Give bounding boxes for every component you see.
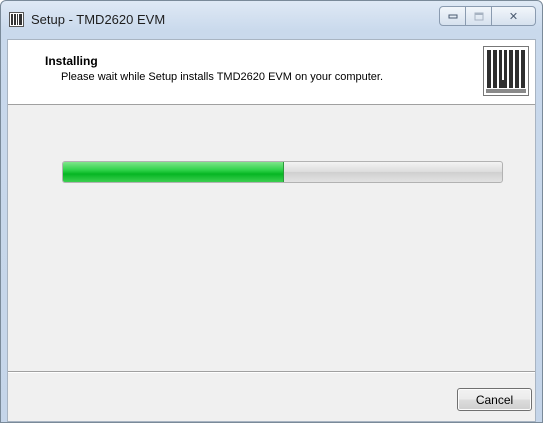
window-title: Setup - TMD2620 EVM xyxy=(31,12,166,27)
install-progress-bar xyxy=(62,161,503,183)
close-icon: ✕ xyxy=(508,10,519,23)
title-bar[interactable]: Setup - TMD2620 EVM ✕ xyxy=(1,1,542,39)
header-panel: Installing Please wait while Setup insta… xyxy=(8,40,535,105)
close-button[interactable]: ✕ xyxy=(492,6,536,26)
maximize-button[interactable] xyxy=(466,6,492,26)
cancel-button[interactable]: Cancel xyxy=(457,388,532,411)
maximize-icon xyxy=(474,12,483,20)
setup-window: Setup - TMD2620 EVM ✕ Installing Please … xyxy=(0,0,543,423)
caption-buttons: ✕ xyxy=(439,6,536,27)
page-subtitle: Please wait while Setup installs TMD2620… xyxy=(61,71,384,83)
installer-body: Installing Please wait while Setup insta… xyxy=(7,39,536,422)
app-icon xyxy=(9,12,24,27)
minimize-button[interactable] xyxy=(439,6,466,26)
minimize-icon xyxy=(448,14,457,19)
footer-divider xyxy=(8,371,535,373)
page-title: Installing xyxy=(45,54,98,68)
progress-fill xyxy=(63,162,284,182)
wizard-logo xyxy=(483,46,529,96)
